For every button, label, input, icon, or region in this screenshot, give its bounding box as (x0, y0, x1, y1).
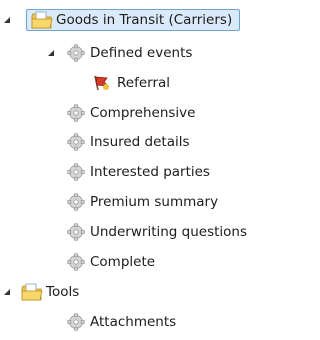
tree-node-underwriting-questions[interactable]: Underwriting questions (65, 221, 250, 243)
gear-cog-icon (65, 163, 87, 181)
tree-node-complete[interactable]: Complete (65, 251, 158, 273)
tree-node-interested-parties[interactable]: Interested parties (65, 161, 213, 183)
gear-cog-icon (65, 253, 87, 271)
tree-node-goods-in-transit[interactable]: Goods in Transit (Carriers) (2, 9, 241, 31)
tree-node-referral[interactable]: Referral (92, 72, 173, 94)
selected-node-highlight[interactable]: Goods in Transit (Carriers) (26, 9, 241, 31)
tree-node-comprehensive[interactable]: Comprehensive (65, 102, 198, 124)
tree-node-tools[interactable]: Tools (2, 281, 82, 303)
tree-node-label: Goods in Transit (Carriers) (56, 12, 233, 28)
tree-node-label: Underwriting questions (90, 224, 248, 240)
tree-node-label: Complete (90, 254, 156, 270)
tree-node-premium-summary[interactable]: Premium summary (65, 191, 221, 213)
tree-node-insured-details[interactable]: Insured details (65, 131, 193, 153)
folder-document-icon (31, 11, 53, 29)
tree-node-label: Tools (46, 284, 80, 300)
gear-cog-icon (65, 223, 87, 241)
navigation-tree: Goods in Transit (Carriers) Defined even… (0, 0, 257, 340)
tree-node-label: Premium summary (90, 194, 219, 210)
gear-cog-icon (65, 44, 87, 62)
gear-cog-icon (65, 104, 87, 122)
gear-cog-icon (65, 313, 87, 331)
tree-node-label: Comprehensive (90, 105, 196, 121)
folder-document-icon (21, 283, 43, 301)
expand-triangle-icon[interactable] (46, 48, 56, 58)
gear-cog-icon (65, 133, 87, 151)
tree-node-label: Insured details (90, 134, 190, 150)
expand-triangle-icon[interactable] (2, 15, 12, 25)
tree-node-label: Attachments (90, 314, 177, 330)
tree-node-label: Interested parties (90, 164, 210, 180)
referral-flag-icon (92, 74, 114, 92)
tree-node-label: Defined events (90, 45, 193, 61)
tree-node-defined-events[interactable]: Defined events (46, 42, 195, 64)
tree-node-label: Referral (117, 75, 171, 91)
expand-triangle-icon[interactable] (2, 287, 12, 297)
gear-cog-icon (65, 193, 87, 211)
tree-node-attachments[interactable]: Attachments (65, 311, 179, 333)
